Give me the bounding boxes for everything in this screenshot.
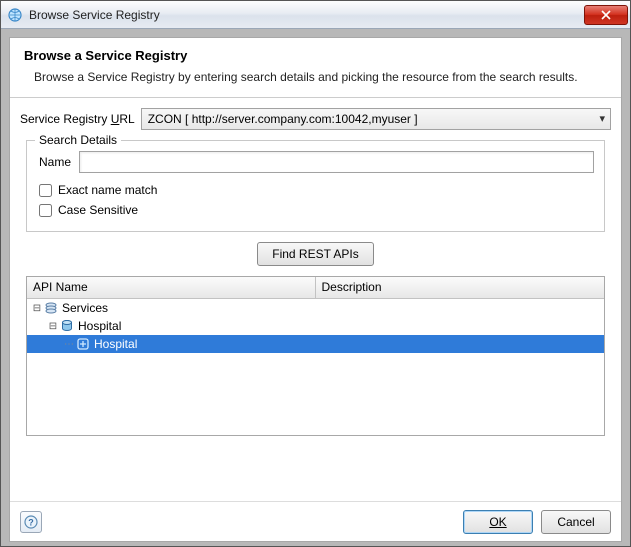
find-rest-apis-button[interactable]: Find REST APIs: [257, 242, 373, 266]
results-table: API Name Description ⊟Services⊟Hospital⋯…: [26, 276, 605, 436]
collapse-icon[interactable]: ⊟: [31, 303, 43, 314]
combo-selected-value: ZCON [ http://server.company.com:10042,m…: [148, 112, 418, 126]
search-details-group: Search Details Name Exact name match Cas…: [26, 140, 605, 232]
window-title: Browse Service Registry: [29, 8, 584, 22]
svg-text:?: ?: [28, 517, 34, 527]
help-button[interactable]: ?: [20, 511, 42, 533]
db-icon: [59, 318, 75, 334]
name-label: Name: [39, 155, 71, 169]
label-prefix: Service Registry: [20, 112, 111, 126]
case-sensitive-label: Case Sensitive: [58, 203, 138, 217]
collapse-icon[interactable]: ⊟: [47, 321, 59, 332]
table-body[interactable]: ⊟Services⊟Hospital⋯Hospital: [27, 299, 604, 435]
service-registry-url-label: Service Registry URL: [20, 112, 135, 126]
name-input[interactable]: [79, 151, 594, 173]
table-header: API Name Description: [27, 277, 604, 299]
ok-label: OK: [489, 515, 506, 529]
tree-row[interactable]: ⊟ Services: [27, 299, 604, 317]
body-section: Service Registry URL ZCON [ http://serve…: [10, 98, 621, 501]
service-registry-url-row: Service Registry URL ZCON [ http://serve…: [20, 108, 611, 130]
app-icon: [7, 7, 23, 23]
col-header-description[interactable]: Description: [316, 277, 605, 298]
tree-node-label: Services: [62, 301, 108, 315]
find-row: Find REST APIs: [20, 242, 611, 266]
close-button[interactable]: [584, 5, 628, 25]
tree-connector-icon: ⋯: [63, 339, 75, 350]
stack-icon: [43, 300, 59, 316]
tree-row[interactable]: ⋯ Hospital: [27, 335, 604, 353]
page-title: Browse a Service Registry: [24, 48, 607, 63]
header-section: Browse a Service Registry Browse a Servi…: [10, 38, 621, 98]
dialog-footer: ? OK Cancel: [10, 501, 621, 541]
cancel-button[interactable]: Cancel: [541, 510, 611, 534]
case-sensitive-checkbox[interactable]: [39, 204, 52, 217]
exact-match-label: Exact name match: [58, 183, 157, 197]
ok-button[interactable]: OK: [463, 510, 533, 534]
col-header-api-name[interactable]: API Name: [27, 277, 316, 298]
close-icon: [601, 10, 611, 20]
content-panel: Browse a Service Registry Browse a Servi…: [9, 37, 622, 542]
tree-node-label: Hospital: [94, 337, 137, 351]
page-description: Browse a Service Registry by entering se…: [24, 69, 607, 85]
service-registry-url-combo[interactable]: ZCON [ http://server.company.com:10042,m…: [141, 108, 611, 130]
dialog-window: Browse Service Registry Browse a Service…: [0, 0, 631, 547]
leaf-icon: [75, 336, 91, 352]
search-details-legend: Search Details: [35, 133, 121, 147]
case-sensitive-row[interactable]: Case Sensitive: [39, 203, 594, 217]
help-icon: ?: [24, 515, 38, 529]
exact-match-checkbox[interactable]: [39, 184, 52, 197]
tree-node-label: Hospital: [78, 319, 121, 333]
tree-row[interactable]: ⊟ Hospital: [27, 317, 604, 335]
label-suffix: RL: [119, 112, 134, 126]
name-row: Name: [37, 151, 594, 173]
exact-match-row[interactable]: Exact name match: [39, 183, 594, 197]
title-bar: Browse Service Registry: [1, 1, 630, 29]
